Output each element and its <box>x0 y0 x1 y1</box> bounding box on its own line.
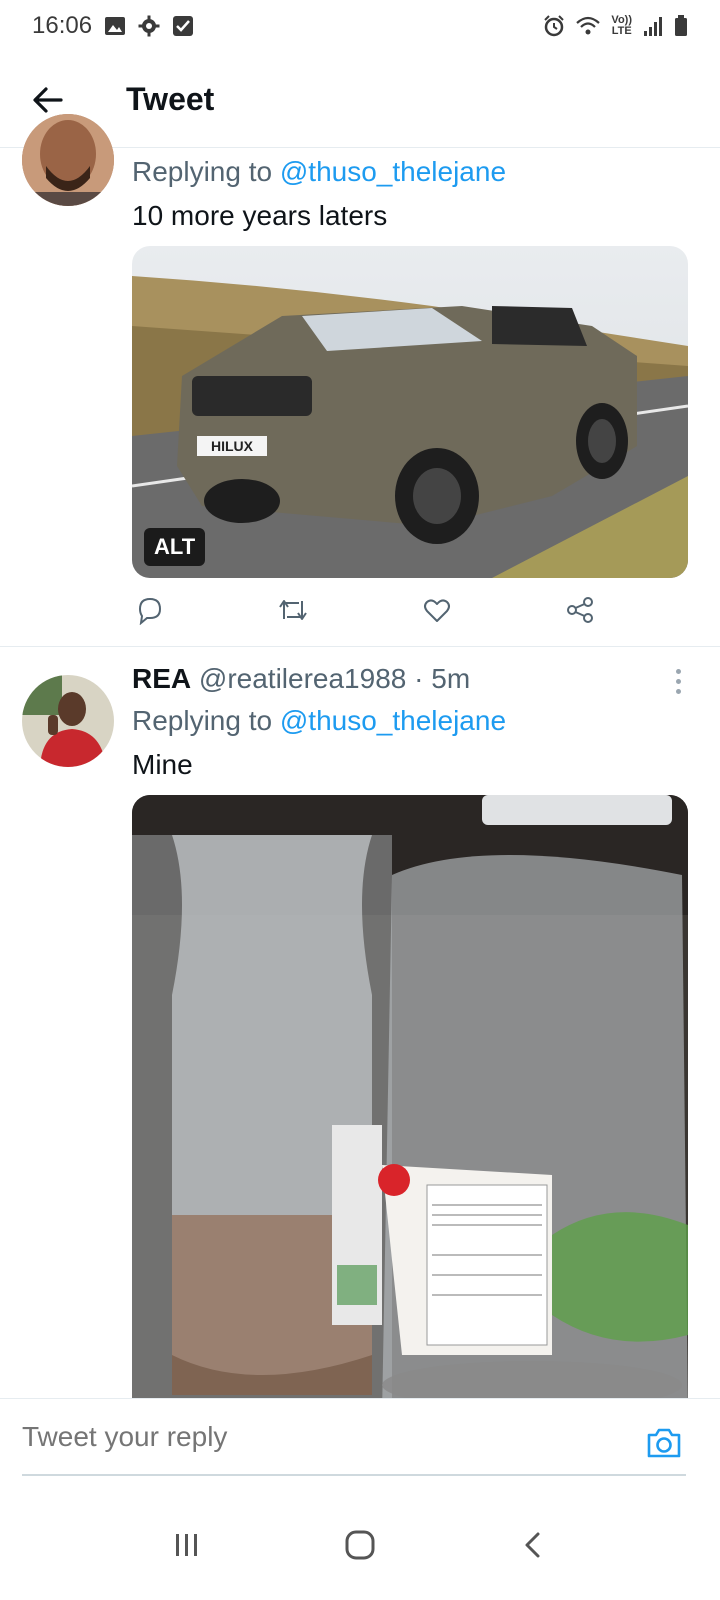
tweet-item[interactable]: Replying to @thuso_thelejane 10 more yea… <box>0 114 720 646</box>
replying-to: Replying to @thuso_thelejane <box>132 705 507 736</box>
status-time: 16:06 <box>32 12 93 39</box>
more-options-button[interactable] <box>666 661 690 701</box>
home-button[interactable] <box>330 1515 390 1575</box>
share-icon <box>566 597 593 623</box>
system-nav-bar <box>0 1490 720 1600</box>
reply-input[interactable] <box>22 1421 622 1453</box>
tweet-media[interactable] <box>132 795 688 1398</box>
more-dot <box>675 688 681 694</box>
tweet-actions <box>130 590 600 630</box>
signal-icon <box>644 17 662 36</box>
user-handle[interactable]: @reatilerea1988 <box>199 663 406 694</box>
avatar-image <box>22 114 114 206</box>
like-button[interactable] <box>417 590 457 630</box>
separator-dot: · <box>414 663 424 694</box>
recent-apps-icon <box>175 1534 197 1556</box>
share-button[interactable] <box>560 590 600 630</box>
reply-button[interactable] <box>130 590 170 630</box>
tweet-media[interactable]: HILUX ALT <box>132 246 688 578</box>
avatar[interactable] <box>22 114 114 206</box>
alarm-icon <box>544 15 565 37</box>
tweet-header: REA @reatilerea1988 · 5m <box>132 659 700 699</box>
mention-link[interactable]: @thuso_thelejane <box>280 156 506 187</box>
more-dot <box>675 668 681 674</box>
status-left: 16:06 <box>32 12 194 40</box>
retweet-icon <box>279 600 308 620</box>
arrow-left-icon <box>33 86 63 113</box>
camera-icon <box>647 1428 681 1458</box>
status-bar: 16:06 Vo)) LTE <box>0 0 720 52</box>
tweet-time: 5m <box>431 663 471 694</box>
reply-bar <box>0 1398 720 1490</box>
page-title: Tweet <box>126 81 215 117</box>
home-icon <box>345 1530 375 1560</box>
volte-icon: Vo)) LTE <box>611 14 632 37</box>
back-icon <box>525 1532 540 1558</box>
battery-icon <box>675 15 687 36</box>
header: Tweet <box>0 52 720 148</box>
camera-button[interactable] <box>644 1423 684 1463</box>
checkbox-icon <box>173 16 194 36</box>
recent-apps-button[interactable] <box>157 1515 217 1575</box>
license-plate: HILUX <box>211 438 254 454</box>
like-icon <box>423 599 450 622</box>
alt-badge[interactable]: ALT <box>144 528 206 566</box>
back-nav-button[interactable] <box>503 1515 563 1575</box>
gallery-icon <box>105 17 126 35</box>
reply-icon <box>138 597 162 625</box>
avatar[interactable] <box>22 675 114 767</box>
avatar-image <box>22 675 114 767</box>
tweet-text: Mine <box>132 749 193 780</box>
display-name[interactable]: REA <box>132 663 191 694</box>
tweet-body: REA @reatilerea1988 · 5m Replying to @th… <box>132 659 700 1398</box>
truck-photo: HILUX <box>132 246 688 578</box>
mention-link[interactable]: @thuso_thelejane <box>280 705 506 736</box>
retweet-button[interactable] <box>273 590 313 630</box>
wifi-icon <box>576 16 601 35</box>
more-dot <box>675 678 681 684</box>
replying-to: Replying to @thuso_thelejane <box>132 156 507 187</box>
tweet-body: Replying to @thuso_thelejane 10 more yea… <box>132 152 700 578</box>
status-right: Vo)) LTE <box>543 15 688 37</box>
tweet-item[interactable]: REA @reatilerea1988 · 5m Replying to @th… <box>0 647 720 1398</box>
settings-icon <box>138 15 160 37</box>
reply-underline <box>22 1474 686 1476</box>
jars-photo <box>132 795 688 1398</box>
tweet-text: 10 more years laters <box>132 200 388 231</box>
